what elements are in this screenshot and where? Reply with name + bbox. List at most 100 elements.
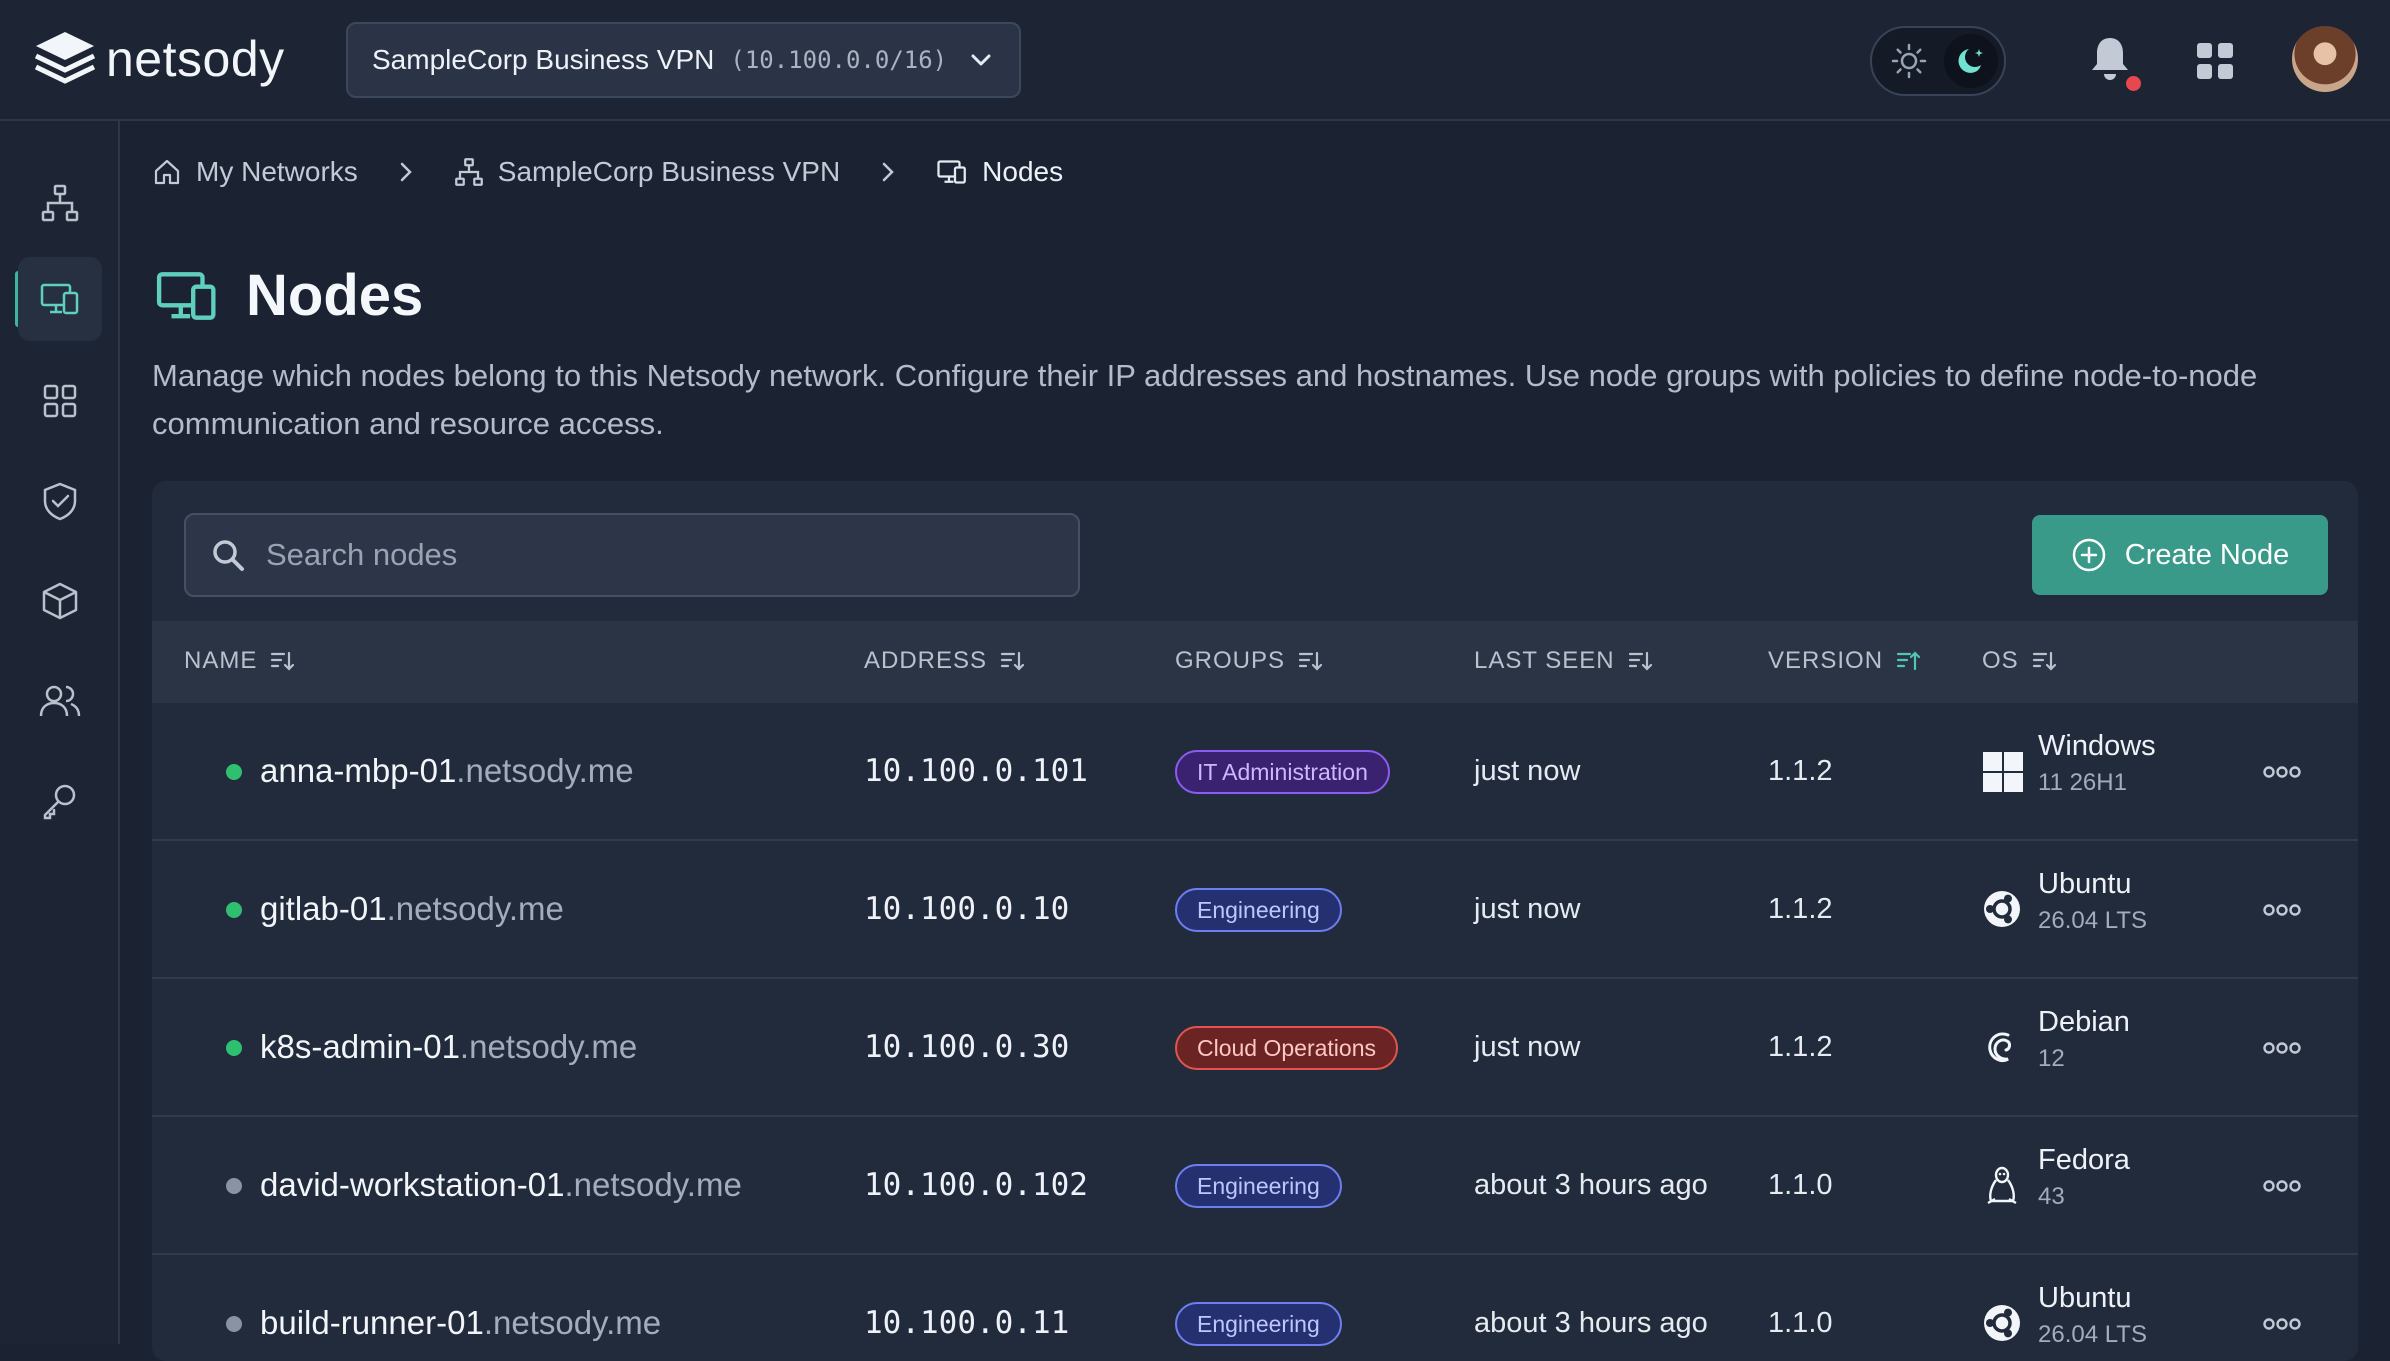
more-actions-button[interactable] — [2262, 900, 2302, 920]
column-os-label: OS — [1982, 647, 2019, 674]
status-online-dot — [226, 764, 242, 780]
network-icon — [41, 184, 79, 222]
node-host: gitlab-01 — [260, 890, 387, 927]
bell-icon[interactable] — [2088, 34, 2132, 82]
page-header: Nodes — [152, 262, 423, 329]
node-domain: .netsody.me — [456, 752, 634, 789]
last-seen: about 3 hours ago — [1474, 1307, 1708, 1339]
table-row[interactable]: gitlab-01 .netsody.me 10.100.0.10 Enginee… — [152, 841, 2358, 979]
status-offline-dot — [226, 1178, 242, 1194]
status-online-dot — [226, 902, 242, 918]
group-badge[interactable]: Engineering — [1175, 888, 1342, 932]
os-version: 43 — [2038, 1183, 2065, 1210]
node-name[interactable]: david-workstation-01 .netsody.me — [260, 1166, 742, 1204]
node-name[interactable]: gitlab-01 .netsody.me — [260, 890, 564, 928]
sort-icon — [1298, 651, 1323, 671]
moon-icon — [1958, 49, 1983, 73]
chevron-right-icon — [882, 162, 894, 182]
column-version[interactable]: VERSION — [1768, 647, 1921, 675]
os-version: 12 — [2038, 1045, 2065, 1072]
os-version: 11 26H1 — [2038, 769, 2127, 796]
group-badge[interactable]: Engineering — [1175, 1302, 1342, 1346]
column-last-seen[interactable]: LAST SEEN — [1474, 647, 1653, 675]
more-actions-button[interactable] — [2262, 1314, 2302, 1334]
breadcrumb: My Networks SampleCorp Business VPN Node… — [152, 156, 1063, 188]
sidebar-item-groups[interactable] — [18, 359, 102, 443]
devices-icon — [156, 271, 216, 320]
network-selector[interactable]: SampleCorp Business VPN (10.100.0.0/16) — [346, 22, 1021, 98]
column-os[interactable]: OS — [1982, 647, 2057, 675]
last-seen: just now — [1474, 893, 1581, 925]
group-badge[interactable]: Engineering — [1175, 1164, 1342, 1208]
group-badge[interactable]: Cloud Operations — [1175, 1026, 1398, 1070]
node-name[interactable]: anna-mbp-01 .netsody.me — [260, 752, 634, 790]
theme-toggle[interactable] — [1870, 26, 2006, 96]
column-last-seen-label: LAST SEEN — [1474, 647, 1615, 674]
chevron-down-icon — [971, 54, 991, 66]
breadcrumb-home[interactable]: My Networks — [196, 156, 358, 188]
sidebar-item-networks[interactable] — [18, 161, 102, 245]
status-online-dot — [226, 1040, 242, 1056]
node-name[interactable]: k8s-admin-01 .netsody.me — [260, 1028, 637, 1066]
shield-check-icon — [43, 482, 77, 521]
page-title: Nodes — [246, 263, 424, 328]
more-icon — [2263, 766, 2301, 778]
logo[interactable]: netsody — [32, 26, 285, 92]
windows-icon — [1982, 751, 2024, 793]
version: 1.1.0 — [1768, 1307, 1833, 1339]
column-address[interactable]: ADDRESS — [864, 647, 1025, 675]
devices-icon — [937, 160, 967, 184]
more-actions-button[interactable] — [2262, 1176, 2302, 1196]
column-address-label: ADDRESS — [864, 647, 988, 674]
sidebar-item-users[interactable] — [18, 659, 102, 743]
table-row[interactable]: k8s-admin-01 .netsody.me 10.100.0.30 Clou… — [152, 979, 2358, 1117]
search-input[interactable] — [266, 537, 1026, 573]
breadcrumb-current: Nodes — [982, 156, 1064, 187]
table-row[interactable]: david-workstation-01 .netsody.me 10.100.0… — [152, 1117, 2358, 1255]
node-domain: .netsody.me — [459, 1028, 638, 1065]
sidebar-item-policies[interactable] — [18, 459, 102, 543]
plus-circle-icon — [2072, 538, 2106, 572]
devices-icon — [40, 283, 79, 315]
more-icon — [2263, 1042, 2301, 1054]
sort-icon — [271, 651, 295, 671]
column-groups[interactable]: GROUPS — [1175, 647, 1323, 675]
os-name: Ubuntu — [2038, 1282, 2132, 1314]
ubuntu-icon — [1982, 889, 2022, 929]
column-version-label: VERSION — [1768, 647, 1884, 674]
group-badge[interactable]: IT Administration — [1175, 750, 1390, 794]
node-domain: .netsody.me — [386, 890, 564, 927]
user-avatar[interactable] — [2292, 26, 2358, 92]
more-actions-button[interactable] — [2262, 1038, 2302, 1058]
sidebar-item-keys[interactable] — [18, 759, 102, 843]
debian-icon — [1982, 1027, 2022, 1067]
table-row[interactable]: anna-mbp-01 .netsody.me 10.100.0.101 IT A… — [152, 703, 2358, 841]
os-name: Debian — [2038, 1006, 2130, 1038]
os-version: 26.04 LTS — [2038, 1321, 2147, 1348]
breadcrumb-network[interactable]: SampleCorp Business VPN — [498, 156, 840, 188]
apps-grid-icon[interactable] — [2196, 42, 2234, 80]
node-host: k8s-admin-01 — [260, 1028, 460, 1065]
sort-icon — [2032, 651, 2056, 671]
sidebar-item-resources[interactable] — [18, 559, 102, 643]
sidebar-item-nodes[interactable] — [18, 257, 102, 341]
os-info: Ubuntu 26.04 LTS — [2038, 868, 2147, 935]
table-row[interactable]: build-runner-01 .netsody.me 10.100.0.11 E… — [152, 1255, 2358, 1361]
version: 1.1.2 — [1768, 1031, 1833, 1063]
node-host: david-workstation-01 — [260, 1166, 565, 1203]
more-actions-button[interactable] — [2262, 762, 2302, 782]
column-name[interactable]: NAME — [184, 647, 295, 675]
sort-icon — [1000, 651, 1025, 671]
node-domain: .netsody.me — [564, 1166, 742, 1203]
search-box[interactable] — [184, 513, 1080, 597]
create-node-button[interactable]: Create Node — [2032, 515, 2328, 595]
logo-icon — [34, 32, 96, 84]
node-name[interactable]: build-runner-01 .netsody.me — [260, 1304, 661, 1342]
node-address: 10.100.0.101 — [864, 753, 1088, 789]
moon-button[interactable] — [1944, 34, 1998, 88]
sun-icon[interactable] — [1890, 42, 1928, 80]
network-selector-name: SampleCorp Business VPN — [372, 44, 715, 75]
last-seen: just now — [1474, 755, 1581, 787]
network-icon — [454, 158, 483, 186]
create-node-label: Create Node — [2124, 538, 2290, 571]
